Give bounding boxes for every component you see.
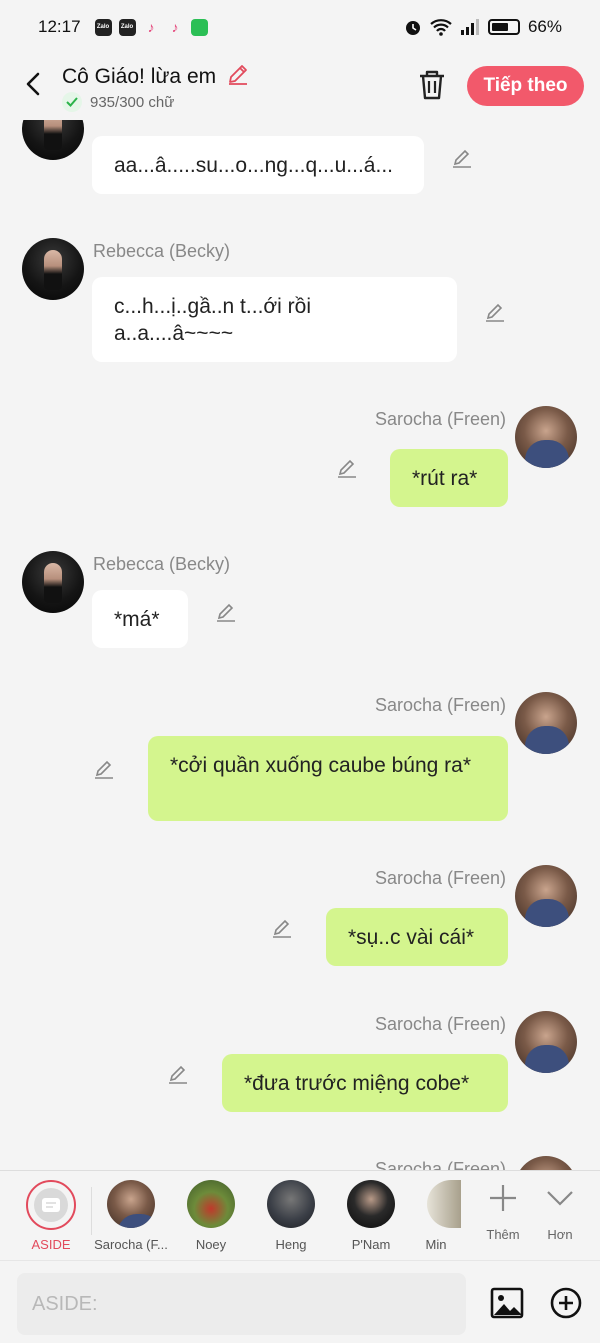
character-heng[interactable] [267,1180,315,1228]
title-text: Cô Giáo! lừa em [62,65,217,88]
divider [91,1187,92,1235]
more-label[interactable]: Thêm [478,1227,528,1242]
message-bubble[interactable]: aa...â.....su...o...ng...q...u...á... [92,136,424,194]
edit-message-icon[interactable] [335,456,359,480]
battery-icon [487,19,520,35]
zalo-icon: Zalo [118,18,136,36]
character-pnam[interactable] [347,1180,395,1228]
message-bubble[interactable]: *cởi quần xuống caube búng ra* [148,736,508,821]
speaker-name: Rebecca (Becky) [93,554,231,574]
avatar-freen[interactable] [515,1156,577,1170]
word-count: 935/300 chữ [62,92,174,112]
tiktok-icon: ♪ [142,18,160,36]
speaker-name: Sarocha (Freen) [374,409,506,429]
header: Cô Giáo! lừa em 935/300 chữ Tiếp theo [0,54,600,120]
character-label: Heng [275,1237,307,1252]
edit-message-icon[interactable] [214,600,238,624]
avatar-freen[interactable] [515,1011,577,1073]
character-noey[interactable] [187,1180,235,1228]
add-circle-icon[interactable] [549,1286,583,1320]
speaker-name: Sarocha (Freen) [374,868,506,888]
avatar-freen[interactable] [515,406,577,468]
character-label: P'Nam [351,1237,391,1252]
aside-button[interactable] [26,1180,76,1230]
message-bubble[interactable]: *đưa trước miệng cobe* [222,1054,508,1112]
character-label: Min [425,1237,447,1252]
edit-message-icon[interactable] [483,300,507,324]
character-bar: ASIDE Sarocha (F... Noey Heng P'Nam Min … [0,1170,600,1260]
speaker-name: Rebecca (Becky) [93,241,231,261]
back-icon[interactable] [20,68,46,100]
wifi-icon [430,19,452,36]
edit-message-icon[interactable] [450,146,474,170]
status-bar: 12:17 Zalo Zalo ♪ ♪ 66% [0,0,600,54]
message-bubble[interactable]: c...h...ị..gầ..n t...ới rồi a..a....â~~~… [92,277,457,362]
character-label: Noey [195,1237,227,1252]
avatar-becky[interactable] [22,120,84,160]
message-input[interactable] [17,1273,466,1335]
add-icon[interactable] [483,1181,523,1217]
alarm-icon [405,21,420,35]
character-sarocha[interactable] [107,1180,155,1228]
speaker-name: Sarocha (Freen) [374,1014,506,1034]
messages-icon [190,18,208,36]
message-bubble[interactable]: *rút ra* [390,449,508,507]
edit-message-icon[interactable] [270,916,294,940]
avatar-becky[interactable] [22,238,84,300]
collapse-label[interactable]: Hơn [535,1227,585,1242]
avatar-freen[interactable] [515,865,577,927]
speaker-name: Sarocha (Freen) [374,1159,506,1170]
edit-message-icon[interactable] [166,1062,190,1086]
message-bubble[interactable]: *má* [92,590,188,648]
edit-title-icon[interactable] [226,62,250,86]
chat-area[interactable]: aa...â.....su...o...ng...q...u...á... Re… [0,120,600,1170]
status-time: 12:17 [38,17,81,36]
image-icon[interactable] [489,1285,525,1321]
tiktok-icon: ♪ [166,18,184,36]
avatar-becky[interactable] [22,551,84,613]
check-icon [62,92,82,112]
signal-icon [460,19,479,35]
edit-message-icon[interactable] [92,757,116,781]
input-bar [0,1260,600,1343]
word-count-text: 935/300 chữ [90,93,175,111]
aside-icon [34,1188,68,1222]
character-min[interactable] [427,1180,461,1228]
battery-percent: 66% [527,17,562,36]
message-bubble[interactable]: *sụ..c vài cái* [326,908,508,966]
page-title[interactable]: Cô Giáo! lừa em [62,62,250,89]
aside-label: ASIDE [31,1237,71,1252]
avatar-freen[interactable] [515,692,577,754]
next-button[interactable]: Tiếp theo [467,66,584,106]
character-label: Sarocha (F... [94,1237,168,1252]
speaker-name: Sarocha (Freen) [374,695,506,715]
zalo-icon: Zalo [94,18,112,36]
trash-icon[interactable] [416,68,448,102]
chevron-down-icon[interactable] [540,1181,580,1217]
